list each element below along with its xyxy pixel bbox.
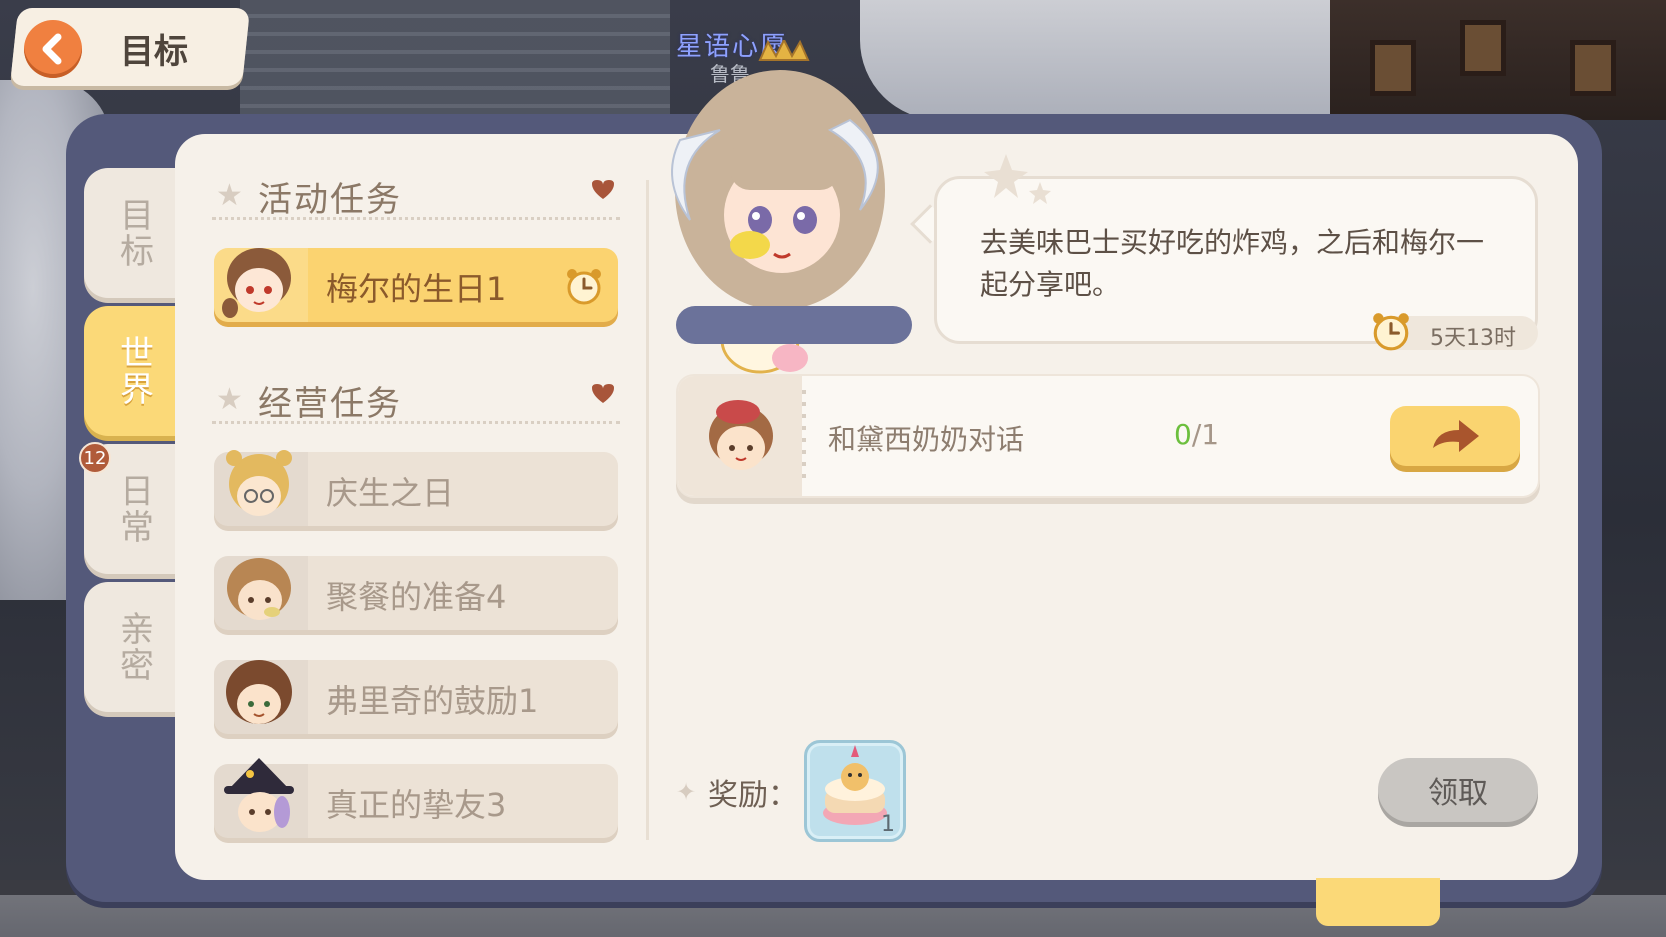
reward-label: 奖励： <box>708 778 798 813</box>
column-divider <box>646 180 649 840</box>
character-avatar-icon <box>226 660 292 724</box>
quest-label: 梅尔的生日1 <box>326 270 507 308</box>
quest-label: 庆生之日 <box>326 474 455 512</box>
tab-daily-label: 日常 <box>113 473 154 545</box>
background-stairs <box>240 0 670 120</box>
background-snow-roof <box>860 0 1380 120</box>
progress-total: 1 <box>1201 418 1220 451</box>
character-avatar-icon <box>222 248 291 318</box>
go-to-objective-button[interactable] <box>1390 406 1520 466</box>
quest-label: 弗里奇的鼓励1 <box>326 682 539 720</box>
daily-count-badge: 12 <box>79 442 111 474</box>
quest-label: 真正的挚友3 <box>326 786 507 824</box>
tab-world-label: 世界 <box>113 335 154 407</box>
progress-current: 0 <box>1174 418 1192 451</box>
alarm-clock-icon <box>567 269 601 305</box>
back-arrow-icon[interactable] <box>24 20 82 78</box>
alarm-clock-icon <box>1373 313 1409 351</box>
collapse-heart-icon[interactable] <box>590 180 616 200</box>
dotted-divider <box>802 390 806 486</box>
quest-label: 聚餐的准备4 <box>326 578 507 616</box>
tab-world[interactable]: 世界 <box>84 306 184 436</box>
section-header-business[interactable]: ★ 经营任务 <box>212 374 620 424</box>
section-title-business: 经营任务 <box>258 384 402 424</box>
star-icon: ★ <box>216 178 243 213</box>
objective-row: 和黛西奶奶对话 0/1 <box>676 374 1540 498</box>
reward-count: 1 <box>881 812 895 837</box>
section-title-activity: 活动任务 <box>258 180 402 220</box>
quest-item-mel-birthday[interactable]: 梅尔的生日1 <box>214 248 618 322</box>
background-house <box>1330 0 1666 120</box>
npc-character-illustration <box>671 40 885 374</box>
character-avatar-icon <box>224 758 294 832</box>
star-icon: ★ <box>216 382 243 417</box>
quest-item-celebration-day[interactable]: 庆生之日 <box>214 450 618 526</box>
character-avatar-icon <box>226 450 292 516</box>
time-remaining-text: 5天13时 <box>1430 326 1516 351</box>
claim-button[interactable]: 领取 <box>1378 758 1538 822</box>
bottom-decoration-tab <box>1316 878 1440 926</box>
objective-progress: 0/1 <box>1174 418 1220 451</box>
grandma-avatar-icon <box>709 400 773 470</box>
section-header-activity[interactable]: ★ 活动任务 <box>212 170 620 220</box>
character-name-strip <box>676 306 912 344</box>
objective-text: 和黛西奶奶对话 <box>828 423 1025 456</box>
sparkle-icon <box>984 154 1051 204</box>
character-avatar-icon <box>227 558 291 620</box>
page-title: 目标 <box>120 32 188 72</box>
quest-item-true-friend[interactable]: 真正的挚友3 <box>214 758 618 838</box>
star-icon: ✦ <box>676 778 697 806</box>
tab-intimacy[interactable]: 亲密 <box>84 582 184 712</box>
quest-item-dinner-prep[interactable]: 聚餐的准备4 <box>214 556 618 630</box>
tab-goals[interactable]: 目标 <box>84 168 184 298</box>
tab-intimacy-label: 亲密 <box>113 611 154 683</box>
forward-arrow-icon <box>1433 420 1479 452</box>
tab-goals-label: 目标 <box>113 197 154 269</box>
collapse-heart-icon[interactable] <box>590 384 616 404</box>
dialogue-text: 去美味巴士买好吃的炸鸡，之后和梅尔一起分享吧。 <box>980 226 1485 301</box>
reward-item-slot[interactable]: 1 <box>804 740 906 842</box>
quest-item-fritz-encouragement[interactable]: 弗里奇的鼓励1 <box>214 660 618 734</box>
